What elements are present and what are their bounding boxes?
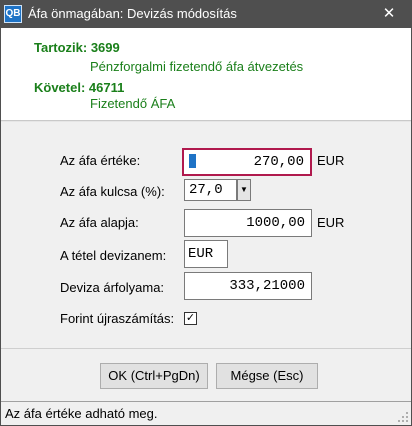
status-bar: Az áfa értéke adható meg.	[1, 401, 411, 425]
dropdown-arrow-icon[interactable]: ▼	[237, 179, 251, 201]
forint-ujraszamitas-checkbox[interactable]: ✓	[184, 312, 197, 325]
devizanem-value: EUR	[188, 246, 214, 262]
checkmark-icon: ✓	[185, 312, 196, 324]
afa-alapja-unit: EUR	[317, 215, 345, 230]
afa-kulcsa-select[interactable]: 27,0	[184, 179, 237, 201]
afa-alapja-label: Az áfa alapja:	[60, 215, 139, 230]
devizanem-input[interactable]: EUR	[184, 240, 228, 268]
tartozik-label: Tartozik: 3699	[34, 40, 120, 55]
close-icon[interactable]: ✕	[366, 0, 412, 28]
afa-erteke-value: 270,00	[253, 154, 304, 170]
account-info-panel: Tartozik: 3699 Pénzforgalmi fizetendő áf…	[1, 28, 411, 121]
forint-ujraszamitas-label: Forint újraszámítás:	[60, 311, 175, 326]
resize-grip-icon[interactable]	[397, 411, 409, 423]
arfolyam-input[interactable]: 333,21000	[184, 272, 312, 300]
afa-kulcsa-value: 27,0	[189, 182, 223, 198]
afa-alapja-value: 1000,00	[246, 215, 305, 231]
arfolyam-value: 333,21000	[229, 278, 305, 294]
form-panel: Az áfa értéke: 270,00 EUR Az áfa kulcsa …	[1, 121, 411, 348]
afa-erteke-input[interactable]: 270,00	[182, 148, 312, 176]
status-text: Az áfa értéke adható meg.	[5, 406, 158, 421]
afa-kulcsa-label: Az áfa kulcsa (%):	[60, 184, 165, 199]
window-title: Áfa önmagában: Devizás módosítás	[28, 6, 237, 21]
ok-button[interactable]: OK (Ctrl+PgDn)	[100, 363, 208, 389]
tartozik-description: Pénzforgalmi fizetendő áfa átvezetés	[90, 59, 304, 74]
app-icon: QB	[4, 5, 22, 23]
afa-erteke-label: Az áfa értéke:	[60, 153, 141, 168]
afa-alapja-input[interactable]: 1000,00	[184, 209, 312, 237]
button-panel: OK (Ctrl+PgDn) Mégse (Esc)	[1, 348, 411, 401]
kovetel-label: Követel: 46711	[34, 80, 125, 95]
devizanem-label: A tétel devizanem:	[60, 248, 167, 263]
arfolyam-label: Deviza árfolyama:	[60, 280, 165, 295]
kovetel-description: Fizetendő ÁFA	[90, 96, 176, 111]
text-caret	[189, 154, 196, 168]
cancel-button[interactable]: Mégse (Esc)	[216, 363, 318, 389]
title-bar: QB Áfa önmagában: Devizás módosítás ✕	[0, 0, 412, 28]
afa-erteke-unit: EUR	[317, 153, 345, 168]
